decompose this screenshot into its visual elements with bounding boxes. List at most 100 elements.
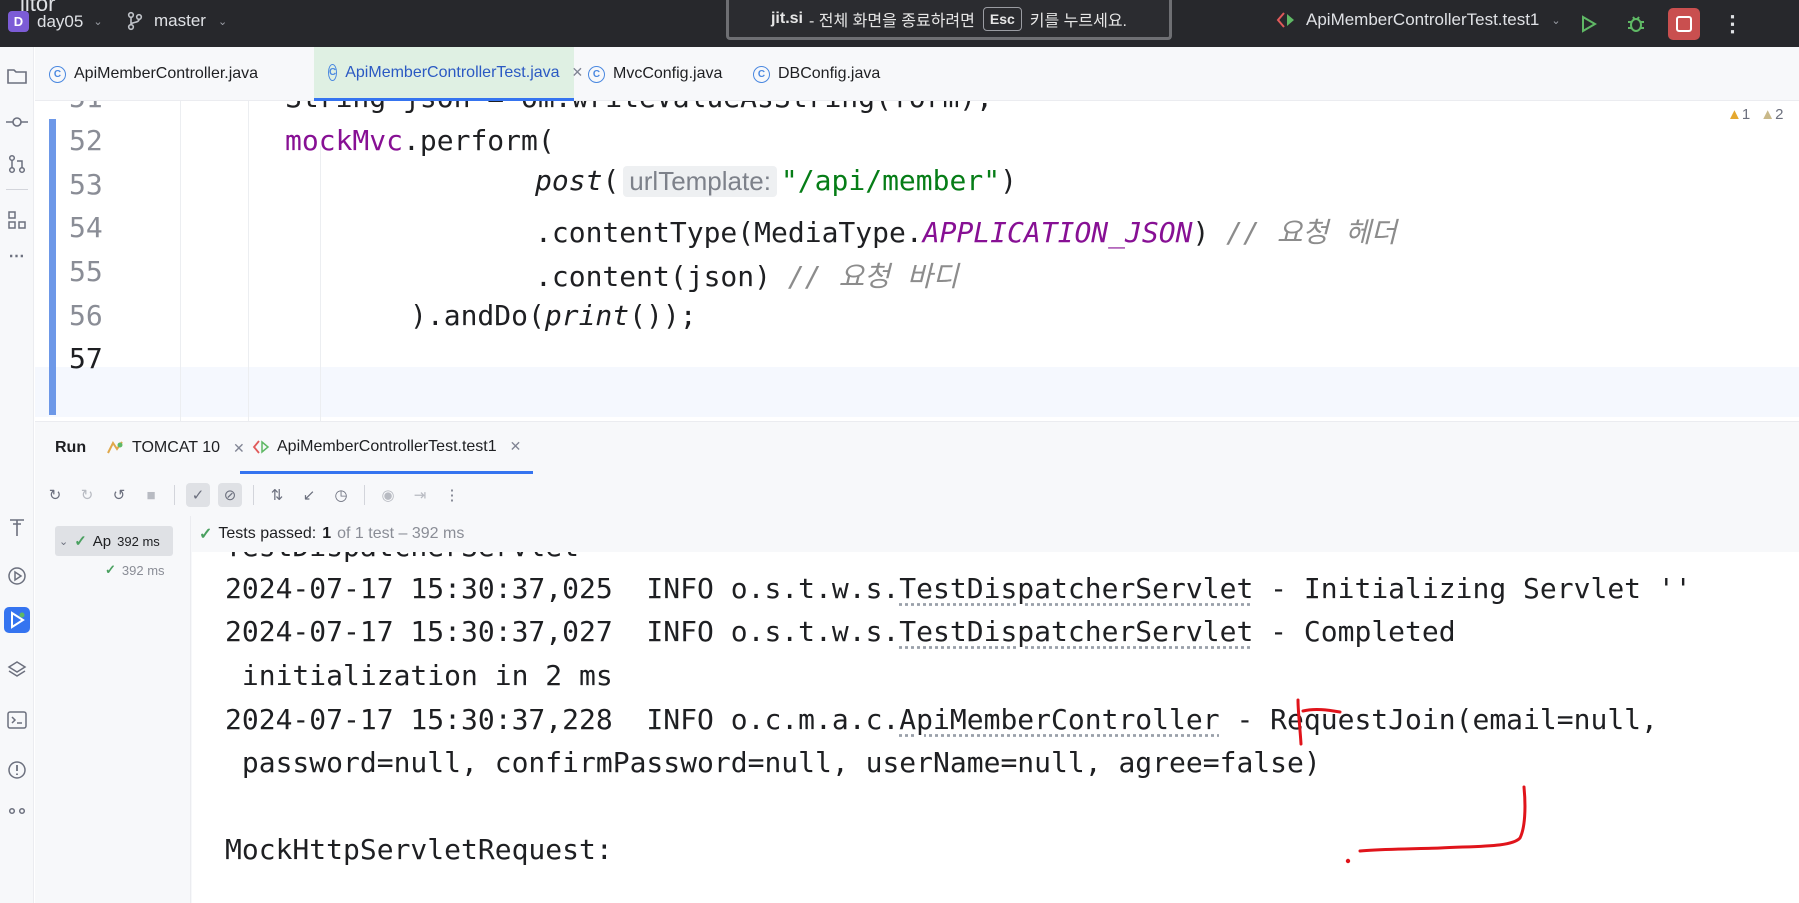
code-line-55: .content(json) // 요청 바디 (535, 260, 959, 293)
run-title: Run (55, 439, 87, 456)
debug-button[interactable] (1620, 8, 1652, 40)
line-number: 53 (69, 168, 103, 201)
rerun-failed-icon[interactable]: ↻ (75, 483, 99, 507)
chevron-down-icon: ⌄ (217, 15, 228, 28)
class-link[interactable]: TestDispatcherServlet (899, 615, 1253, 648)
run-toolbar: ↻ ↻ ↺ ■ ✓ ⊘ ⇅ ↙ ◷ ◉ ⇥ ⋮ (35, 474, 1799, 516)
test-status: ✓ Tests passed: 1 of 1 test – 392 ms (199, 516, 464, 552)
class-icon: C (753, 65, 770, 83)
banner-text: - 전체 화면을 종료하려면 (809, 12, 975, 30)
tab-apimembercontrollertest[interactable]: C ApiMemberControllerTest.java ✕ (314, 47, 583, 101)
editor-tab-bar: C ApiMemberController.java C ApiMemberCo… (35, 47, 1799, 101)
run-button[interactable] (1572, 8, 1604, 40)
history-icon[interactable]: ◷ (329, 483, 353, 507)
git-icon[interactable] (4, 803, 30, 829)
line-number: 55 (69, 255, 103, 288)
test-tree-child[interactable]: ✓ 392 ms (105, 562, 165, 578)
screenshot-icon[interactable]: ◉ (376, 483, 400, 507)
console-line: initialization in 2 ms (225, 659, 613, 692)
code-editor[interactable]: 51 String json = om.writeValueAsString(f… (35, 101, 1799, 421)
stop-icon[interactable]: ■ (139, 483, 163, 507)
tab-test-run[interactable]: ApiMemberControllerTest.test1 ✕ (240, 422, 534, 474)
fullscreen-banner: jit.si - 전체 화면을 종료하려면 Esc 키를 누르세요. (726, 0, 1172, 40)
test-child-time: 392 ms (121, 562, 165, 578)
commit-icon[interactable] (4, 109, 30, 135)
problems-indicator[interactable]: ▲1 ▲2 (1727, 106, 1783, 123)
git-branch-icon (127, 11, 143, 31)
banner-host: jit.si (770, 9, 803, 27)
more-vertical-icon[interactable]: ⋮ (440, 483, 464, 507)
check-icon: ✓ (74, 533, 87, 550)
export-icon[interactable]: ⇥ (408, 483, 432, 507)
problems-icon[interactable] (4, 757, 30, 783)
test-class-icon: C (328, 64, 338, 81)
weak-warning-icon: ▲ (1760, 106, 1776, 123)
sort-icon[interactable]: ⇅ (265, 483, 289, 507)
run-header: Run TOMCAT 10 ✕ ApiMemberControllerTest.… (35, 422, 1799, 474)
console-output[interactable]: TestDispatcherServlet 2024-07-17 15:30:3… (192, 552, 1799, 903)
console-line: 2024-07-17 15:30:37,228 INFO o.c.m.a.c.A… (225, 703, 1658, 736)
run-config-name: ApiMemberControllerTest.test1 (1306, 10, 1540, 29)
test-run-config-icon (252, 439, 270, 454)
tab-label: ApiMemberControllerTest.test1 (277, 437, 497, 455)
status-rest: of 1 test – 392 ms (337, 525, 465, 542)
tab-apimembercontroller[interactable]: C ApiMemberController.java (35, 47, 272, 101)
collapse-icon[interactable]: ↙ (297, 483, 321, 507)
terminal-icon[interactable] (4, 707, 30, 733)
chevron-down-icon: ⌄ (93, 16, 103, 28)
stop-button[interactable] (1668, 8, 1700, 40)
bug-icon (1628, 16, 1644, 32)
console-line: 2024-07-17 15:30:37,025 INFO o.s.t.w.s.T… (225, 572, 1692, 605)
play-icon (1582, 15, 1597, 33)
pull-request-icon[interactable] (4, 151, 30, 177)
project-selector[interactable]: D day05 ⌄ (8, 11, 103, 32)
code-line-51: String json = om.writeValueAsString(form… (285, 101, 993, 114)
banner-text-after: 키를 누르세요. (1029, 12, 1128, 30)
show-passed-icon[interactable]: ✓ (186, 483, 210, 507)
line-number: 52 (69, 124, 103, 157)
class-link[interactable]: TestDispatcherServlet (899, 572, 1253, 605)
tab-dbconfig[interactable]: C DBConfig.java (739, 47, 894, 101)
title-bar: jitor D day05 ⌄ master ⌄ jit.si - 전체 화면을… (0, 0, 1799, 47)
line-number: 51 (69, 101, 149, 114)
test-tree: ⌄ ✓ Ap 392 ms ✓ 392 ms (35, 516, 191, 903)
warning-icon: ▲ (1727, 106, 1742, 123)
code-line-52: mockMvc.perform( (285, 124, 555, 157)
code-line-54: .contentType(MediaType.APPLICATION_JSON)… (535, 216, 1397, 249)
check-icon: ✓ (105, 562, 116, 577)
show-ignored-icon[interactable]: ⊘ (218, 483, 242, 507)
branch-selector[interactable]: master ⌄ (126, 11, 227, 31)
toggle-auto-test-icon[interactable]: ↺ (107, 483, 131, 507)
more-vertical-icon: ⋮ (1721, 11, 1744, 36)
folder-icon[interactable] (4, 63, 30, 89)
class-link[interactable]: ApiMemberController (899, 703, 1219, 736)
line-number: 54 (69, 211, 103, 244)
tab-label: DBConfig.java (778, 65, 881, 82)
vcs-change-marker (49, 119, 56, 415)
structure-icon[interactable] (4, 207, 30, 233)
tab-tomcat[interactable]: TOMCAT 10 ✕ (93, 422, 257, 474)
run-tool-icon[interactable] (4, 607, 30, 633)
console-line: password=null, confirmPassword=null, use… (225, 746, 1321, 779)
run-config-selector[interactable]: ApiMemberControllerTest.test1 ⌄ (1276, 10, 1561, 30)
more-tools-icon[interactable]: ⋯ (4, 243, 30, 269)
branch-name: master (154, 11, 206, 30)
services-icon[interactable] (4, 563, 30, 589)
rerun-icon[interactable]: ↻ (43, 483, 67, 507)
endpoints-icon[interactable] (4, 515, 30, 541)
check-icon: ✓ (199, 526, 213, 543)
test-tree-root[interactable]: ⌄ ✓ Ap 392 ms (55, 526, 173, 556)
more-actions-button[interactable]: ⋮ (1716, 8, 1748, 40)
layers-icon[interactable] (4, 657, 30, 683)
test-run-config-icon (1276, 12, 1294, 28)
tab-label: ApiMemberControllerTest.java (345, 63, 560, 81)
run-actions: ⋮ (1572, 8, 1748, 40)
current-line-highlight (35, 367, 1799, 417)
console-line: 2024-07-17 15:30:37,027 INFO o.s.t.w.s.T… (225, 615, 1456, 648)
tomcat-icon (107, 441, 123, 454)
console-line: MockHttpServletRequest: (225, 833, 613, 866)
tab-mvcconfig[interactable]: C MvcConfig.java (574, 47, 736, 101)
chevron-down-icon: ⌄ (59, 535, 69, 548)
project-badge: D (8, 11, 29, 32)
close-icon[interactable]: ✕ (510, 438, 522, 455)
